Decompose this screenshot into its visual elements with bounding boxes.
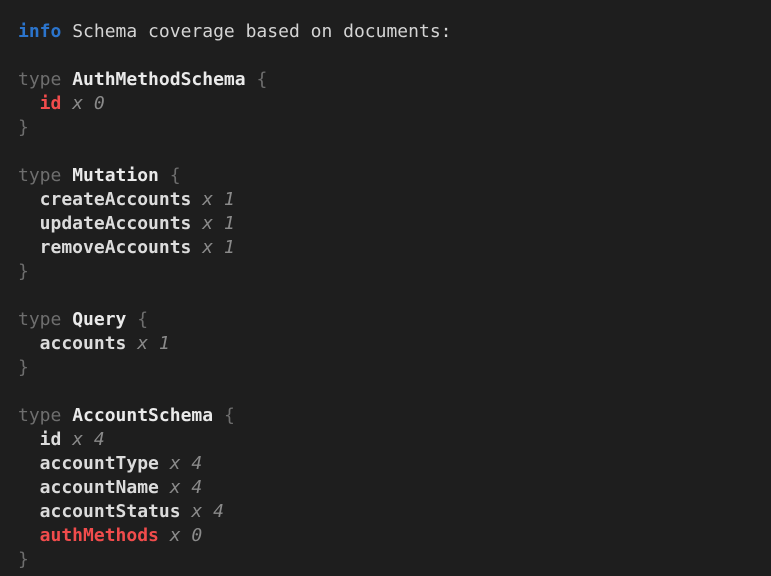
type-block-accountschema: type AccountSchema { id x 4 accountType … — [18, 404, 761, 572]
type-block-query: type Query { accounts x 1 } — [18, 308, 761, 380]
field-name: accounts — [40, 333, 127, 354]
close-brace: } — [18, 549, 29, 570]
info-badge: info — [18, 21, 61, 42]
close-brace: } — [18, 357, 29, 378]
field-line: accountStatus x 4 — [18, 500, 761, 524]
field-line: accountName x 4 — [18, 476, 761, 500]
type-name: AuthMethodSchema — [72, 69, 245, 90]
field-count: x 4 — [72, 429, 105, 450]
type-header: type Query { — [18, 308, 761, 332]
field-name: accountName — [40, 477, 159, 498]
type-header: type Mutation { — [18, 164, 761, 188]
type-keyword: type — [18, 69, 61, 90]
type-block-authmethodschema: type AuthMethodSchema { id x 0 } — [18, 68, 761, 140]
type-keyword: type — [18, 165, 61, 186]
field-line: updateAccounts x 1 — [18, 212, 761, 236]
close-brace-line: } — [18, 116, 761, 140]
field-count: x 1 — [202, 237, 235, 258]
field-count: x 1 — [202, 189, 235, 210]
type-keyword: type — [18, 309, 61, 330]
close-brace-line: } — [18, 260, 761, 284]
field-name: removeAccounts — [40, 237, 192, 258]
open-brace: { — [224, 405, 235, 426]
field-line: id x 4 — [18, 428, 761, 452]
type-keyword: type — [18, 405, 61, 426]
field-name: id — [40, 93, 62, 114]
field-count: x 0 — [170, 525, 203, 546]
field-count: x 4 — [191, 501, 224, 522]
type-block-mutation: type Mutation { createAccounts x 1 updat… — [18, 164, 761, 284]
close-brace-line: } — [18, 548, 761, 572]
type-name: AccountSchema — [72, 405, 213, 426]
field-line: authMethods x 0 — [18, 524, 761, 548]
field-count: x 0 — [72, 93, 105, 114]
field-line: removeAccounts x 1 — [18, 236, 761, 260]
coverage-message: Schema coverage based on documents: — [72, 21, 451, 42]
field-line: createAccounts x 1 — [18, 188, 761, 212]
type-header: type AuthMethodSchema { — [18, 68, 761, 92]
field-count: x 1 — [137, 333, 170, 354]
close-brace-line: } — [18, 356, 761, 380]
info-line: info Schema coverage based on documents: — [18, 20, 761, 44]
field-line: id x 0 — [18, 92, 761, 116]
field-line: accountType x 4 — [18, 452, 761, 476]
field-name: authMethods — [40, 525, 159, 546]
close-brace: } — [18, 117, 29, 138]
field-count: x 1 — [202, 213, 235, 234]
field-line: accounts x 1 — [18, 332, 761, 356]
field-name: id — [40, 429, 62, 450]
field-name: accountStatus — [40, 501, 181, 522]
type-name: Mutation — [72, 165, 159, 186]
field-name: createAccounts — [40, 189, 192, 210]
open-brace: { — [256, 69, 267, 90]
field-count: x 4 — [170, 453, 203, 474]
field-name: updateAccounts — [40, 213, 192, 234]
open-brace: { — [137, 309, 148, 330]
field-name: accountType — [40, 453, 159, 474]
open-brace: { — [170, 165, 181, 186]
type-name: Query — [72, 309, 126, 330]
type-header: type AccountSchema { — [18, 404, 761, 428]
close-brace: } — [18, 261, 29, 282]
terminal-output: info Schema coverage based on documents:… — [18, 20, 761, 572]
field-count: x 4 — [170, 477, 203, 498]
